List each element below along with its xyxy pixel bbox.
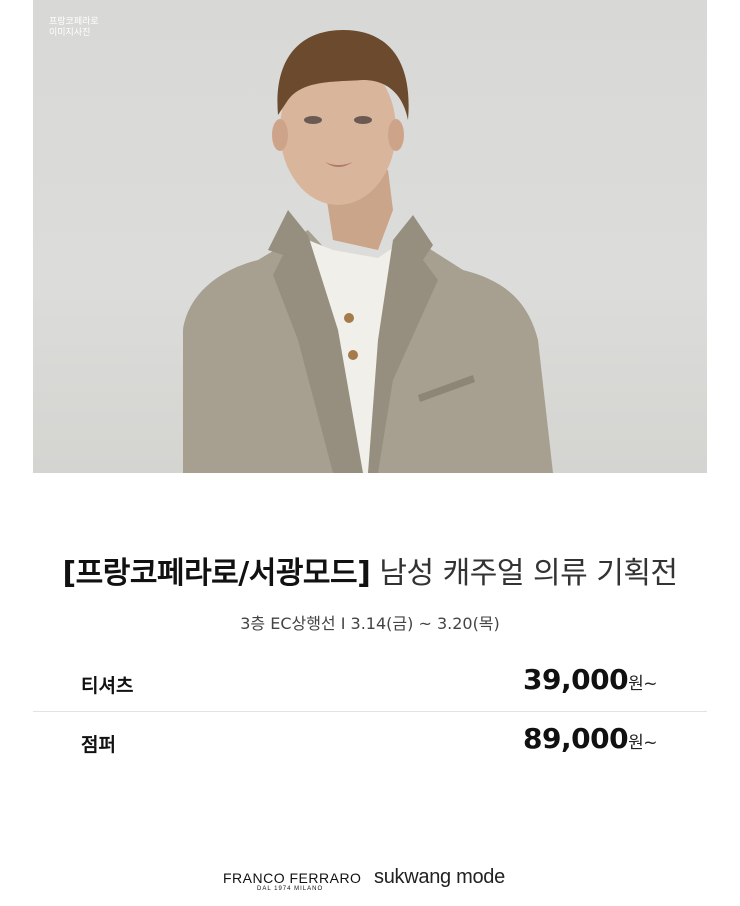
model-photo <box>183 30 553 473</box>
image-caption: 프랑코페라로 이미지사진 <box>49 17 99 38</box>
event-name: 남성 캐주얼 의류 기획전 <box>379 556 678 591</box>
price-row: 점퍼 89,000원~ <box>33 712 707 770</box>
price-row: 티셔츠 39,000원~ <box>33 653 707 712</box>
hero-image: 프랑코페라로 이미지사진 <box>33 0 707 473</box>
price-value: 39,000 <box>523 663 629 696</box>
franco-ferraro-logo: FRANCO FERRARO <box>223 870 362 886</box>
price-unit: 원~ <box>628 733 657 753</box>
event-subtitle: 3층 EC상행선 I 3.14(금) ~ 3.20(목) <box>240 614 500 633</box>
event-brand: [프랑코페라로/서광모드] <box>62 556 371 591</box>
item-price: 89,000원~ <box>523 722 657 755</box>
item-name: 점퍼 <box>81 734 116 756</box>
item-price: 39,000원~ <box>523 663 657 696</box>
event-title: [프랑코페라로/서광모드] 남성 캐주얼 의류 기획전 <box>0 548 740 592</box>
franco-ferraro-tagline: DAL 1974 MILANO <box>257 886 324 892</box>
sukwang-mode-logo: sukwang mode <box>374 866 505 888</box>
item-name: 티셔츠 <box>81 675 134 697</box>
price-value: 89,000 <box>523 722 629 755</box>
price-unit: 원~ <box>628 674 657 694</box>
